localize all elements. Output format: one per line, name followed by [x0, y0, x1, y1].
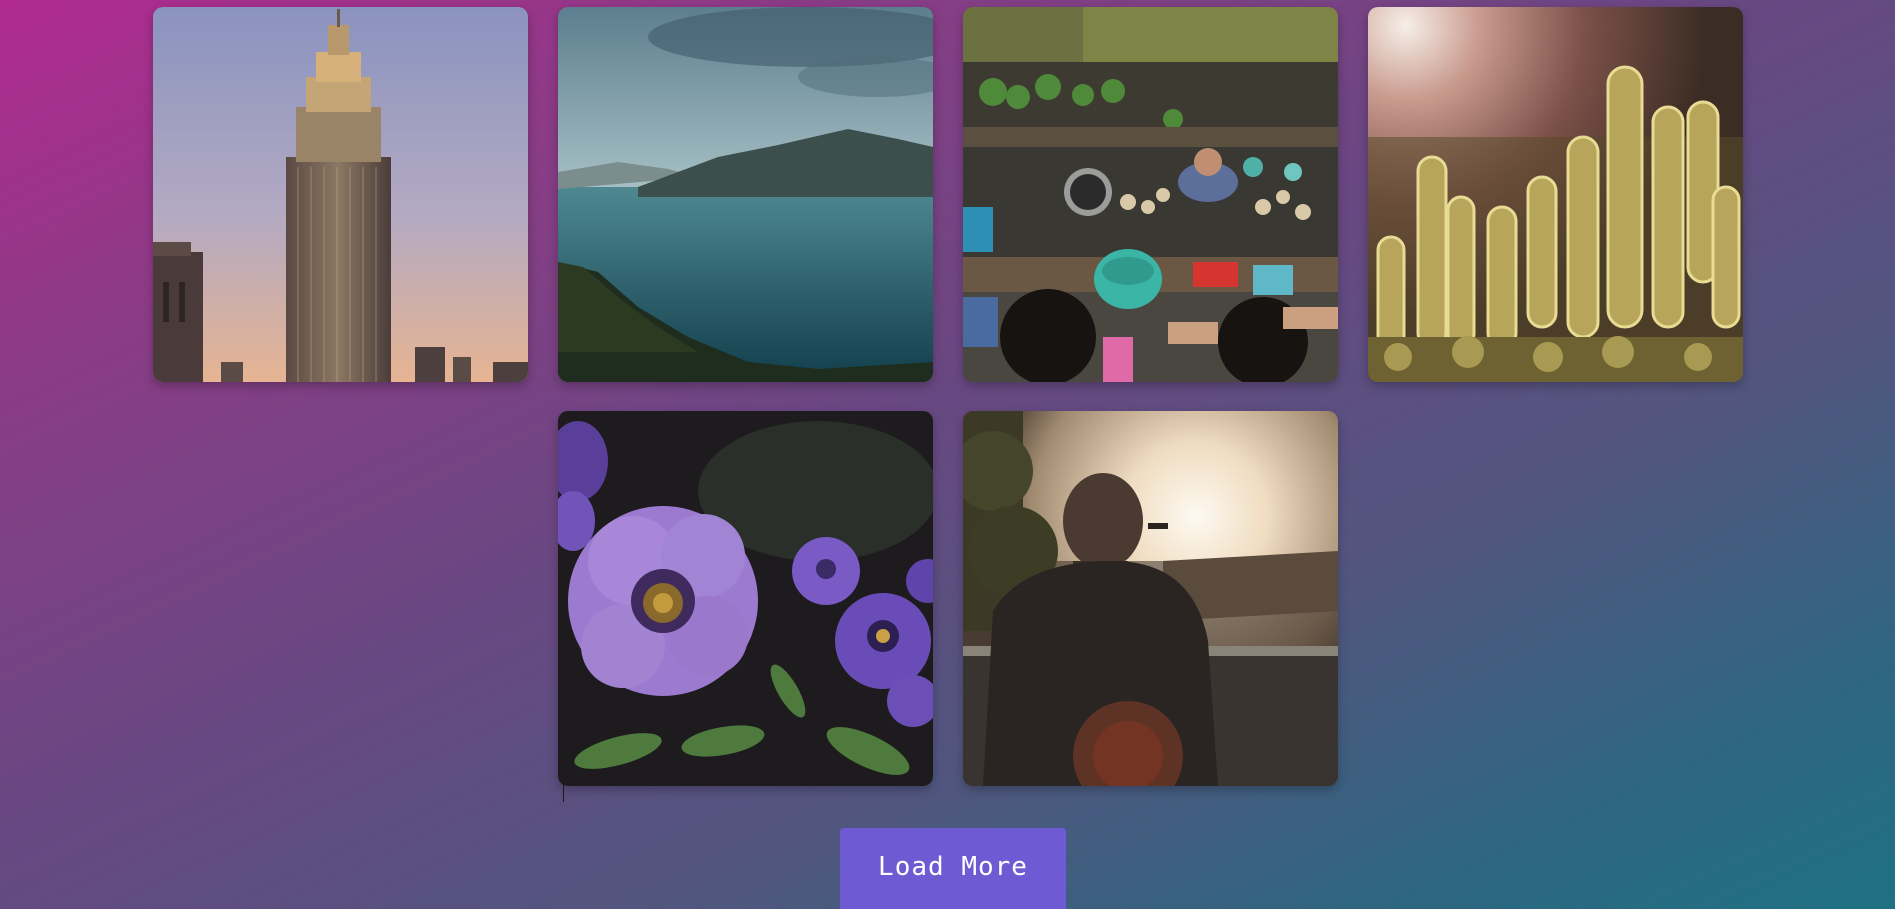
- text-cursor: [563, 781, 564, 802]
- lake-mountains-photo[interactable]: [557, 7, 933, 382]
- empire-state-building-image: [152, 7, 528, 382]
- gallery-empty-slot: [153, 411, 528, 786]
- cactus-sunlight-image: [1367, 7, 1743, 382]
- floating-market-photo[interactable]: [962, 7, 1338, 382]
- cactus-sunlight-photo[interactable]: [1367, 7, 1743, 382]
- man-sunset-image: [962, 411, 1338, 786]
- purple-petunia-image: [557, 411, 933, 786]
- gallery-row-2: [0, 411, 1895, 786]
- gallery-row-1: [0, 7, 1895, 382]
- lake-mountains-image: [557, 7, 933, 382]
- floating-market-image: [962, 7, 1338, 382]
- man-sunset-photo[interactable]: [962, 411, 1338, 786]
- load-more-button[interactable]: Load More: [840, 828, 1066, 909]
- purple-petunia-photo[interactable]: [557, 411, 933, 786]
- empire-state-building-photo[interactable]: [152, 7, 528, 382]
- gallery-empty-slot: [1368, 411, 1743, 786]
